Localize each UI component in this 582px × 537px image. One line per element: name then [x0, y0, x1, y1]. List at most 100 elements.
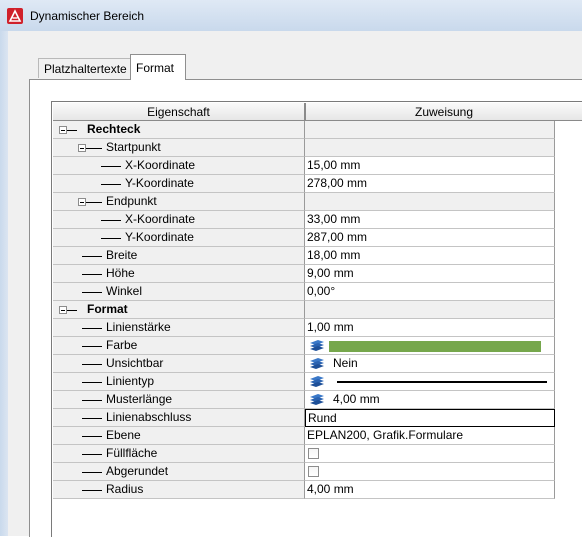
property-label: Endpunkt	[106, 194, 157, 208]
property-value-cell[interactable]: 4,00 mm	[305, 481, 555, 499]
property-value-cell[interactable]: 15,00 mm	[305, 157, 555, 175]
property-label: X-Koordinate	[125, 212, 196, 226]
property-row-endpunkt[interactable]: Endpunkt	[53, 193, 582, 211]
property-value-cell[interactable]	[305, 337, 555, 355]
property-value-cell[interactable]: 287,00 mm	[305, 229, 555, 247]
abgerundet-checkbox[interactable]	[308, 466, 319, 477]
title-bar: Dynamischer Bereich	[0, 0, 582, 32]
property-name-cell: Endpunkt	[53, 193, 305, 211]
collapse-icon[interactable]	[78, 198, 86, 206]
property-name-cell: Farbe	[53, 337, 305, 355]
collapse-icon[interactable]	[78, 144, 86, 152]
property-label: Winkel	[106, 284, 143, 298]
property-value-cell[interactable]: EPLAN200, Grafik.Formulare	[305, 427, 555, 445]
property-value-cell[interactable]: 18,00 mm	[305, 247, 555, 265]
window-title: Dynamischer Bereich	[30, 9, 145, 23]
property-name-cell: Füllfläche	[53, 445, 305, 463]
collapse-icon[interactable]	[59, 126, 67, 134]
property-label: Höhe	[106, 266, 135, 280]
property-row-rechteck[interactable]: Rechteck	[53, 121, 582, 139]
property-name-cell: Winkel	[53, 283, 305, 301]
property-value-cell[interactable]: 9,00 mm	[305, 265, 555, 283]
tree-connector	[82, 382, 102, 383]
tree-connector	[82, 274, 102, 275]
property-value-text: 4,00 mm	[333, 392, 380, 406]
eplan-app-icon	[7, 8, 23, 24]
property-label: Linienabschluss	[106, 410, 192, 424]
property-row-linienabschluss[interactable]: Linienabschluss Rund	[53, 409, 582, 427]
linetype-sample[interactable]	[337, 381, 547, 383]
property-name-cell: Unsichtbar	[53, 355, 305, 373]
property-name-cell: Linienabschluss	[53, 409, 305, 427]
color-swatch[interactable]	[329, 341, 541, 352]
property-value-cell[interactable]	[305, 445, 555, 463]
tab-label: Format	[136, 61, 175, 75]
property-value-cell-selected[interactable]: Rund	[305, 409, 555, 427]
property-value-cell[interactable]: 1,00 mm	[305, 319, 555, 337]
property-value-cell	[305, 121, 555, 139]
property-value-cell[interactable]: 4,00 mm	[305, 391, 555, 409]
tree-connector	[82, 364, 102, 365]
column-header-property[interactable]: Eigenschaft	[53, 103, 305, 121]
property-name-cell: Radius	[53, 481, 305, 499]
property-value-cell[interactable]: 33,00 mm	[305, 211, 555, 229]
property-name-cell: Format	[53, 301, 305, 319]
property-row-format[interactable]: Format	[53, 301, 582, 319]
property-row-musterlaenge[interactable]: Musterlänge 4,00 mm	[53, 391, 582, 409]
property-name-cell: Y-Koordinate	[53, 175, 305, 193]
property-label: Musterlänge	[106, 392, 173, 406]
property-label: Linienstärke	[106, 320, 171, 334]
property-row-linienstaerke[interactable]: Linienstärke 1,00 mm	[53, 319, 582, 337]
property-row-unsichtbar[interactable]: Unsichtbar Nein	[53, 355, 582, 373]
tree-connector	[82, 292, 102, 293]
property-row-breite[interactable]: Breite 18,00 mm	[53, 247, 582, 265]
property-value-cell[interactable]: Nein	[305, 355, 555, 373]
property-label: X-Koordinate	[125, 158, 196, 172]
collapse-icon[interactable]	[59, 306, 67, 314]
layers-icon[interactable]	[309, 375, 325, 388]
property-row-y-koordinate-start[interactable]: Y-Koordinate 278,00 mm	[53, 175, 582, 193]
tree-connector	[101, 220, 121, 221]
property-row-abgerundet[interactable]: Abgerundet	[53, 463, 582, 481]
property-label: Füllfläche	[106, 446, 158, 460]
property-row-fuellflaeche[interactable]: Füllfläche	[53, 445, 582, 463]
property-label: Ebene	[106, 428, 141, 442]
tab-label: Platzhaltertexte	[44, 62, 127, 76]
property-row-startpunkt[interactable]: Startpunkt	[53, 139, 582, 157]
tree-connector	[82, 490, 102, 491]
property-row-linientyp[interactable]: Linientyp	[53, 373, 582, 391]
property-name-cell: Breite	[53, 247, 305, 265]
property-value-cell[interactable]: 0,00°	[305, 283, 555, 301]
tab-format[interactable]: Format	[130, 54, 186, 80]
property-row-hoehe[interactable]: Höhe 9,00 mm	[53, 265, 582, 283]
property-label: Linientyp	[106, 374, 155, 388]
property-value-cell[interactable]	[305, 373, 555, 391]
column-header-value[interactable]: Zuweisung	[305, 103, 582, 121]
property-row-winkel[interactable]: Winkel 0,00°	[53, 283, 582, 301]
property-row-y-koordinate-end[interactable]: Y-Koordinate 287,00 mm	[53, 229, 582, 247]
tab-platzhaltertexte[interactable]: Platzhaltertexte	[38, 58, 131, 78]
property-row-x-koordinate-start[interactable]: X-Koordinate 15,00 mm	[53, 157, 582, 175]
layers-icon[interactable]	[309, 339, 325, 352]
property-name-cell: Rechteck	[53, 121, 305, 139]
property-label: Breite	[106, 248, 138, 262]
property-name-cell: Abgerundet	[53, 463, 305, 481]
layers-icon[interactable]	[309, 393, 325, 406]
property-row-farbe[interactable]: Farbe	[53, 337, 582, 355]
property-row-radius[interactable]: Radius 4,00 mm	[53, 481, 582, 499]
layers-icon[interactable]	[309, 357, 325, 370]
property-value-cell[interactable]	[305, 463, 555, 481]
property-row-x-koordinate-end[interactable]: X-Koordinate 33,00 mm	[53, 211, 582, 229]
property-row-ebene[interactable]: Ebene EPLAN200, Grafik.Formulare	[53, 427, 582, 445]
tree-connector	[82, 400, 102, 401]
tree-connector	[82, 346, 102, 347]
tree-connector	[101, 238, 121, 239]
tree-connector	[82, 436, 102, 437]
fuellflaeche-checkbox[interactable]	[308, 448, 319, 459]
window-frame	[0, 31, 8, 536]
property-label: Startpunkt	[106, 140, 161, 154]
property-label: Rechteck	[87, 122, 141, 136]
tree-connector	[101, 166, 121, 167]
property-value-cell[interactable]: 278,00 mm	[305, 175, 555, 193]
property-label: Y-Koordinate	[125, 230, 194, 244]
